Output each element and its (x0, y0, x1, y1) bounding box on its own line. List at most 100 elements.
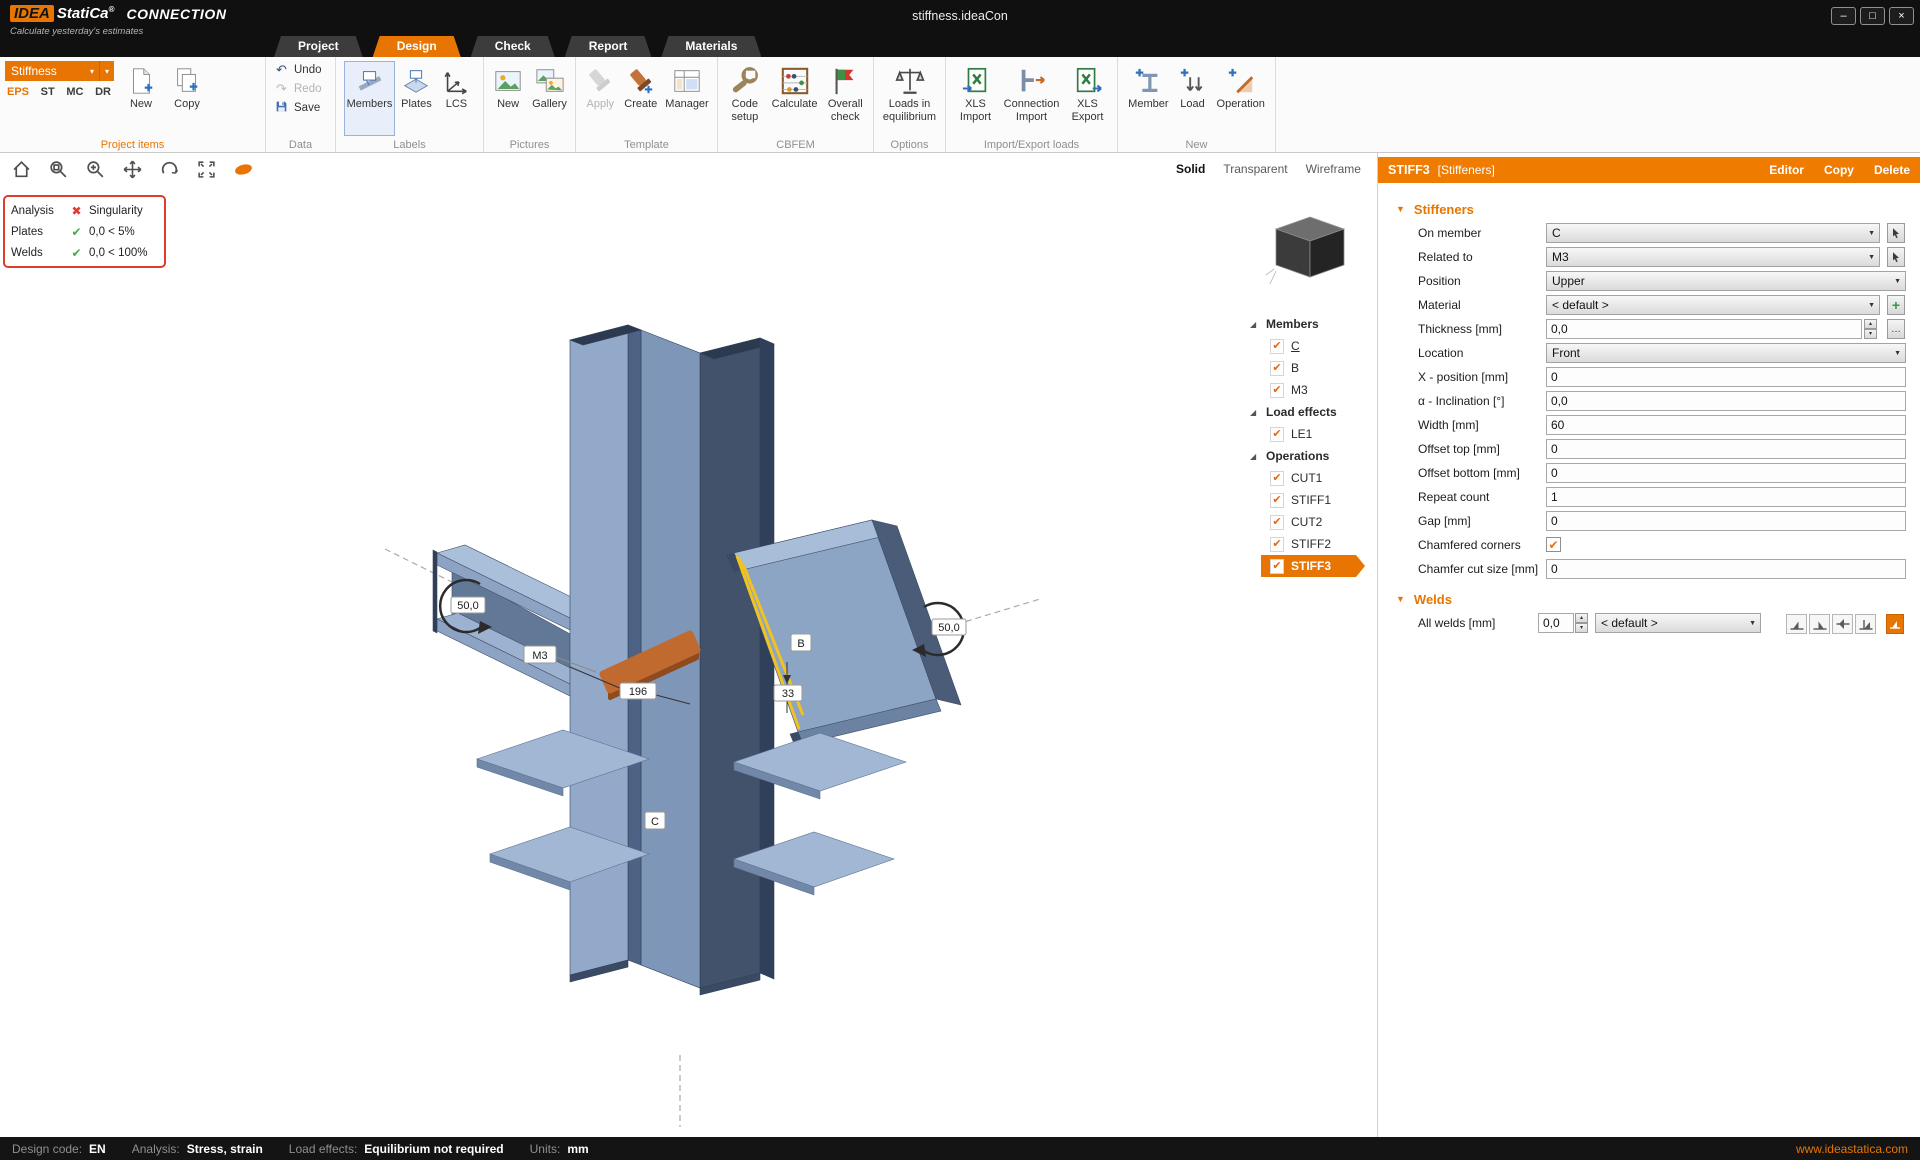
minimize-button[interactable]: – (1831, 7, 1856, 25)
model-canvas[interactable]: 50,0 50,0 196 (0, 157, 1370, 1132)
check-icon[interactable]: ✔ (1270, 361, 1284, 376)
position-dropdown[interactable]: Upper▼ (1546, 271, 1906, 291)
tree-item-cut2[interactable]: ✔ CUT2 (1248, 511, 1370, 533)
tree-item-le1[interactable]: ✔ LE1 (1248, 423, 1370, 445)
tree-item-stiff1[interactable]: ✔ STIFF1 (1248, 489, 1370, 511)
delete-operation-button[interactable]: Delete (1874, 163, 1910, 177)
new-member-button[interactable]: Member (1125, 61, 1171, 136)
template-apply-button[interactable]: Apply (581, 61, 619, 136)
zoom-fit-icon[interactable] (195, 158, 217, 180)
orbit-icon[interactable] (158, 158, 180, 180)
location-dropdown[interactable]: Front▼ (1546, 343, 1906, 363)
add-material-button[interactable]: + (1887, 295, 1905, 315)
viewport-3d[interactable]: Solid Transparent Wireframe Analysis ✖ S… (0, 153, 1377, 1137)
copy-project-item-button[interactable]: Copy (168, 61, 206, 136)
check-icon[interactable]: ✔ (1270, 493, 1284, 508)
tab-report[interactable]: Report (565, 36, 652, 57)
zoom-icon[interactable] (84, 158, 106, 180)
view-mode-transparent[interactable]: Transparent (1223, 162, 1287, 176)
close-button[interactable]: × (1889, 7, 1914, 25)
new-project-item-button[interactable]: New (122, 61, 160, 136)
website-link[interactable]: www.ideastatica.com (1796, 1142, 1908, 1156)
offset-top-input[interactable] (1546, 439, 1906, 459)
all-welds-input[interactable] (1538, 613, 1574, 633)
labels-plates-button[interactable]: Plates (397, 61, 435, 136)
project-item-selector[interactable]: Stiffness ▾ (5, 61, 99, 81)
overall-check-button[interactable]: Overall check (822, 61, 868, 136)
template-create-button[interactable]: Create (621, 61, 660, 136)
loads-in-equilibrium-button[interactable]: Loads in equilibrium (879, 61, 940, 136)
picture-gallery-button[interactable]: Gallery (529, 61, 570, 136)
tree-item-stiff3[interactable]: ✔ STIFF3 (1261, 555, 1365, 577)
section-collapse-icon[interactable]: ▼ (1396, 204, 1405, 214)
mode-eps[interactable]: EPS (7, 86, 29, 98)
picture-new-button[interactable]: New (489, 61, 527, 136)
chamfer-cut-size-input[interactable] (1546, 559, 1906, 579)
zoom-window-icon[interactable] (47, 158, 69, 180)
template-manager-button[interactable]: Manager (662, 61, 711, 136)
navigation-cube[interactable] (1264, 209, 1356, 294)
thickness-stepper[interactable]: ▴▾ (1864, 319, 1877, 339)
material-dropdown[interactable]: < default >▼ (1546, 295, 1880, 315)
weld-type-butt-icon[interactable] (1855, 614, 1876, 634)
project-item-dropdown-button[interactable]: ▾ (99, 61, 114, 81)
xls-import-button[interactable]: XLS Import (954, 61, 998, 136)
labels-members-button[interactable]: Members (344, 61, 396, 136)
tab-check[interactable]: Check (471, 36, 555, 57)
new-operation-button[interactable]: Operation (1214, 61, 1268, 136)
repeat-count-input[interactable] (1546, 487, 1906, 507)
calculate-button[interactable]: Calculate (769, 61, 821, 136)
section-welds[interactable]: ▼ Welds (1378, 587, 1920, 611)
xls-export-button[interactable]: XLS Export (1066, 61, 1110, 136)
inclination-input[interactable] (1546, 391, 1906, 411)
tree-item-stiff2[interactable]: ✔ STIFF2 (1248, 533, 1370, 555)
tree-item-b[interactable]: ✔ B (1248, 357, 1370, 379)
copy-operation-button[interactable]: Copy (1824, 163, 1854, 177)
maximize-button[interactable]: □ (1860, 7, 1885, 25)
section-collapse-icon[interactable]: ▼ (1396, 594, 1405, 604)
tab-design[interactable]: Design (373, 36, 461, 57)
check-icon[interactable]: ✔ (1270, 537, 1284, 552)
weld-material-dropdown[interactable]: < default >▼ (1595, 613, 1761, 633)
check-icon[interactable]: ✔ (1270, 339, 1284, 354)
tab-project[interactable]: Project (274, 36, 363, 57)
mode-st[interactable]: ST (41, 86, 55, 98)
labels-lcs-button[interactable]: LCS (437, 61, 475, 136)
related-to-dropdown[interactable]: M3▼ (1546, 247, 1880, 267)
check-icon[interactable]: ✔ (1270, 559, 1284, 574)
weld-type-fillet-icon[interactable] (1786, 614, 1807, 634)
tree-section-load-effects[interactable]: ◢ Load effects (1248, 401, 1370, 423)
weld-type-fillet-rear-icon[interactable] (1809, 614, 1830, 634)
code-setup-button[interactable]: Code setup (723, 61, 767, 136)
x-position-input[interactable] (1546, 367, 1906, 387)
thickness-more-button[interactable]: … (1887, 319, 1905, 339)
on-member-dropdown[interactable]: C▼ (1546, 223, 1880, 243)
expander-icon[interactable]: ◢ (1250, 320, 1259, 329)
mode-dr[interactable]: DR (95, 86, 111, 98)
check-icon[interactable]: ✔ (1270, 471, 1284, 486)
home-view-icon[interactable] (10, 158, 32, 180)
offset-bottom-input[interactable] (1546, 463, 1906, 483)
tree-item-cut1[interactable]: ✔ CUT1 (1248, 467, 1370, 489)
tree-item-m3[interactable]: ✔ M3 (1248, 379, 1370, 401)
expander-icon[interactable]: ◢ (1250, 408, 1259, 417)
tab-materials[interactable]: Materials (661, 36, 761, 57)
weld-type-double-fillet-icon[interactable] (1832, 614, 1853, 634)
check-icon[interactable]: ✔ (1270, 383, 1284, 398)
pick-related-member-button[interactable] (1887, 247, 1905, 267)
new-load-button[interactable]: Load (1174, 61, 1212, 136)
check-icon[interactable]: ✔ (1270, 427, 1284, 442)
tree-section-operations[interactable]: ◢ Operations (1248, 445, 1370, 467)
thickness-input[interactable] (1546, 319, 1862, 339)
view-mode-wireframe[interactable]: Wireframe (1306, 162, 1361, 176)
tree-item-c[interactable]: ✔ C (1248, 335, 1370, 357)
tree-section-members[interactable]: ◢ Members (1248, 313, 1370, 335)
pan-icon[interactable] (121, 158, 143, 180)
save-button[interactable]: Save (271, 99, 325, 116)
apply-welds-button[interactable] (1886, 614, 1904, 634)
mode-mc[interactable]: MC (66, 86, 83, 98)
all-welds-stepper[interactable]: ▴▾ (1575, 613, 1588, 633)
undo-button[interactable]: ↶Undo (271, 61, 325, 78)
section-stiffeners[interactable]: ▼ Stiffeners (1378, 197, 1920, 221)
width-input[interactable] (1546, 415, 1906, 435)
